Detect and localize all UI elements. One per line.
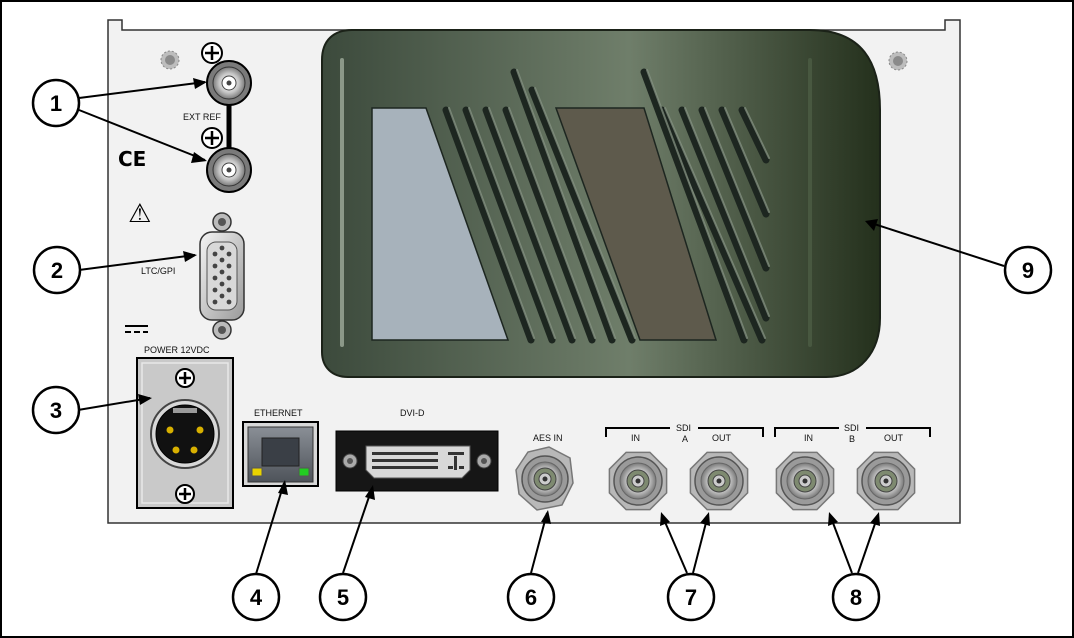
sdi-a-in-bnc-icon [608, 451, 668, 511]
sdi-a-label: SDI [676, 423, 691, 433]
sdi-a-out-label: OUT [712, 433, 732, 443]
sdi-b-label: SDI [844, 423, 859, 433]
callout-number: 1 [50, 91, 62, 116]
ground-screw-icon [201, 42, 223, 64]
link-led-green [298, 467, 310, 477]
callout-6: 6 [506, 572, 556, 622]
sdi-a-out-bnc-icon [689, 451, 749, 511]
sdi-b-sublabel: B [849, 434, 855, 444]
ce-mark-icon: CE [118, 147, 146, 171]
sdi-b-out-label: OUT [884, 433, 904, 443]
callout-number: 4 [250, 585, 263, 610]
callout-9: 9 [1003, 245, 1053, 295]
dvi-port-icon [335, 430, 499, 492]
link-led-yellow [251, 467, 263, 477]
bnc-connector-icon [206, 60, 252, 106]
ltc-gpi-label: LTC/GPI [141, 266, 175, 276]
callout-number: 3 [50, 398, 62, 423]
sdi-a-in-label: IN [631, 433, 640, 443]
aes-in-label: AES IN [533, 433, 563, 443]
bnc-connector-icon [206, 147, 252, 193]
sdi-a-sublabel: A [682, 434, 688, 444]
callout-8: 8 [831, 572, 881, 622]
sdi-b-in-label: IN [804, 433, 813, 443]
callout-4: 4 [231, 572, 281, 622]
rear-handle [321, 29, 881, 378]
xlr-connector-icon [136, 357, 234, 509]
rj45-port-icon [242, 421, 319, 487]
callout-number: 7 [685, 585, 697, 610]
ethernet-label: ETHERNET [254, 408, 303, 418]
rear-panel-diagram: EXT REF CE ⚠ LTC/GPI POWER 12VDC ETHERNE… [0, 0, 1074, 638]
callout-3: 3 [31, 385, 81, 435]
callout-number: 2 [51, 258, 63, 283]
callout-number: 9 [1022, 258, 1034, 283]
ground-screw-icon [175, 368, 195, 388]
power-label: POWER 12VDC [144, 345, 210, 355]
ext-ref-label: EXT REF [183, 112, 221, 122]
callout-2: 2 [32, 245, 82, 295]
ground-screw-icon [175, 484, 195, 504]
callout-1: 1 [31, 78, 81, 128]
callout-number: 6 [525, 585, 537, 610]
sdi-b-in-bnc-icon [775, 451, 835, 511]
ground-screw-icon [201, 127, 223, 149]
callout-number: 8 [850, 585, 862, 610]
dvi-d-label: DVI-D [400, 408, 425, 418]
warning-triangle-icon: ⚠ [128, 199, 151, 229]
mounting-hole-icon [888, 51, 908, 71]
callout-number: 5 [337, 585, 349, 610]
callout-5: 5 [318, 572, 368, 622]
mounting-hole-icon [160, 50, 180, 70]
callout-7: 7 [666, 572, 716, 622]
sdi-b-out-bnc-icon [856, 451, 916, 511]
